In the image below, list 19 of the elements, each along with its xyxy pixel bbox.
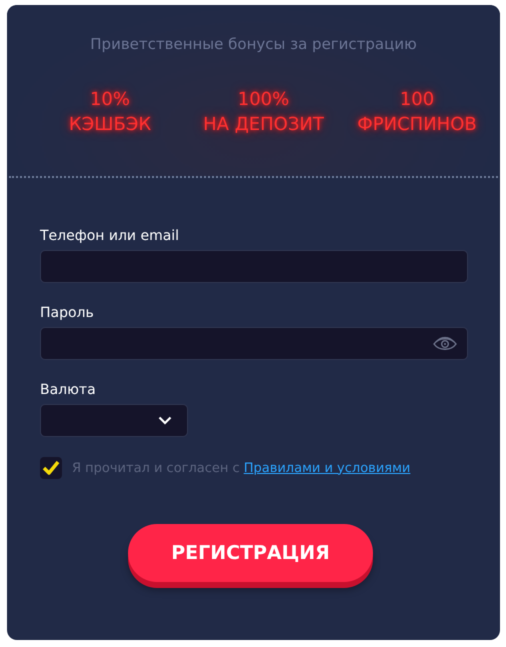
currency-dropdown[interactable] [40, 404, 188, 437]
register-button[interactable]: РЕГИСТРАЦИЯ [128, 524, 373, 582]
bonus-amount: 100 [400, 88, 434, 112]
bonus-label: ФРИСПИНОВ [357, 113, 477, 137]
field-label: Пароль [40, 305, 95, 323]
eye-icon[interactable] [433, 336, 457, 352]
bonus-amount: 100% [238, 88, 290, 112]
field-label: Телефон или email [40, 228, 180, 246]
bonus-heading: Приветственные бонусы за регистрацию [89, 35, 418, 53]
field-label: Валюта [40, 382, 97, 400]
agree-checkbox[interactable] [40, 457, 62, 479]
chevron-down-icon [158, 416, 172, 425]
bonus-label: НА ДЕПОЗИТ [203, 113, 324, 137]
terms-link[interactable]: Правилами и условиями [244, 460, 410, 476]
bonus-amount: 10% [90, 88, 130, 112]
password-field[interactable] [40, 327, 468, 360]
agreement-text: Я прочитал и согласен с [72, 460, 240, 476]
input-field[interactable] [40, 250, 468, 283]
bonus-label: КЭШБЭК [68, 113, 152, 137]
